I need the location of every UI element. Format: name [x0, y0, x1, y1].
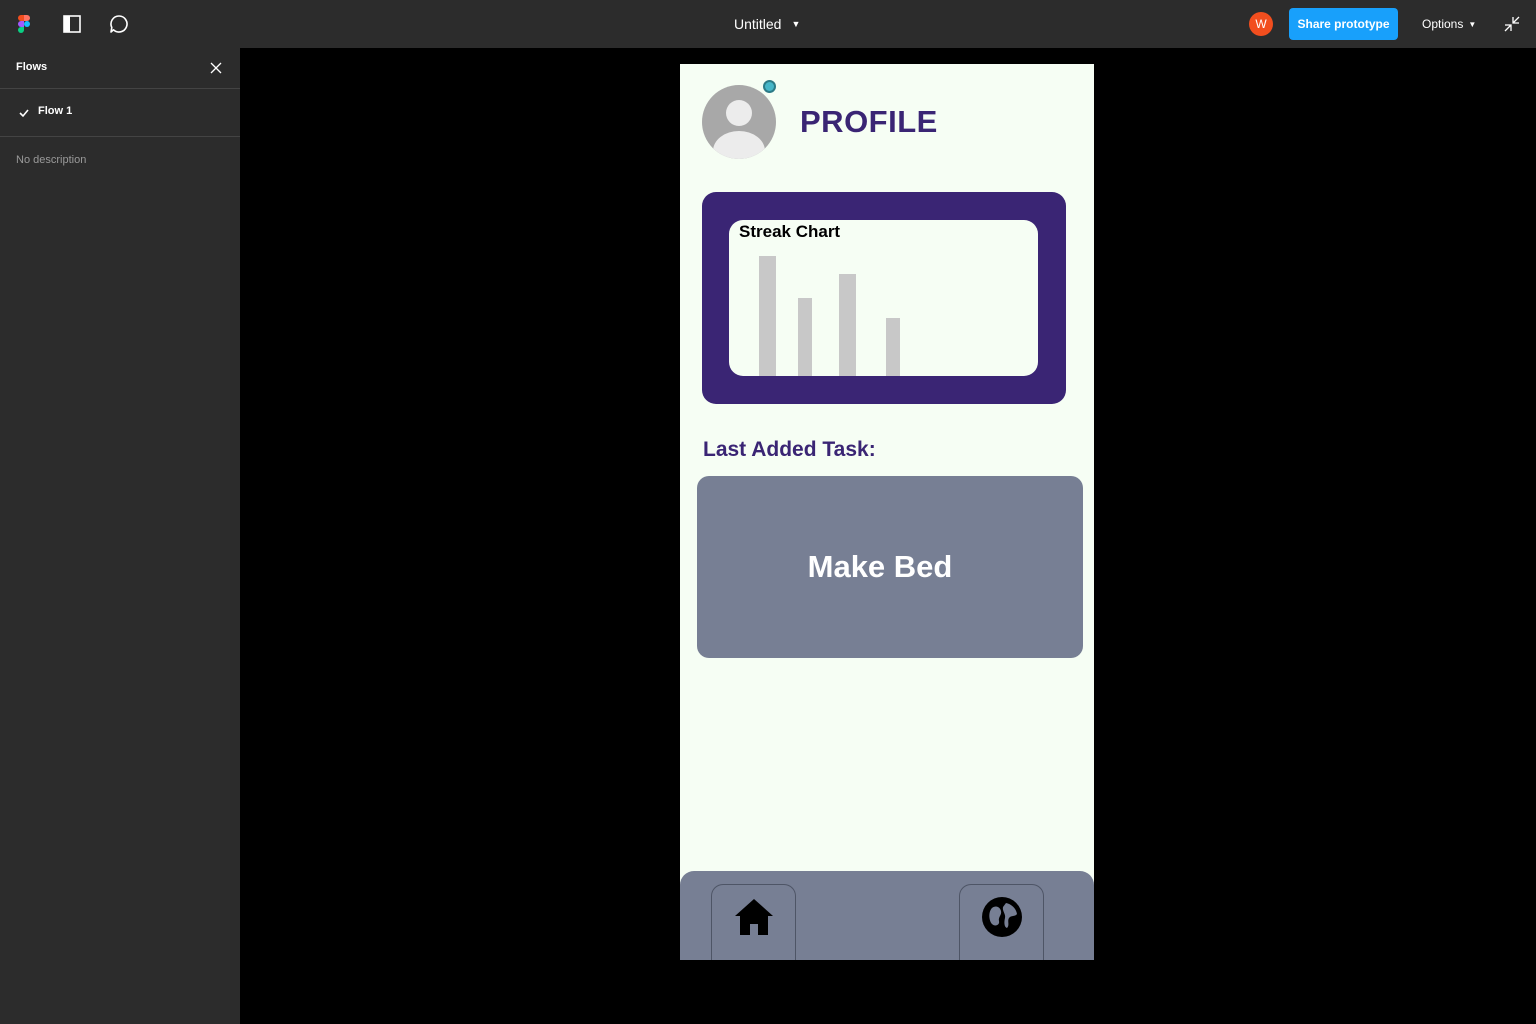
- streak-bar: [759, 256, 776, 376]
- home-icon: [734, 899, 773, 935]
- user-avatar[interactable]: W: [1249, 12, 1273, 36]
- top-toolbar: Untitled ▼ W Share prototype Options ▼: [0, 0, 1536, 48]
- file-title-menu[interactable]: Untitled ▼: [734, 14, 800, 34]
- streak-chart-svg: [759, 256, 900, 376]
- globe-icon: [981, 897, 1022, 937]
- streak-bar: [798, 298, 812, 376]
- streak-chart: Streak Chart: [729, 220, 1038, 376]
- task-title: Make Bed: [807, 549, 953, 584]
- nav-home-button[interactable]: [711, 884, 796, 960]
- nav-globe-button[interactable]: [959, 884, 1044, 960]
- user-icon: [713, 100, 765, 159]
- panel-toggle-icon[interactable]: [60, 12, 84, 36]
- flow-item[interactable]: Flow 1: [0, 89, 240, 137]
- sidebar-title: Flows: [16, 61, 48, 73]
- close-icon[interactable]: [208, 60, 224, 76]
- share-prototype-button[interactable]: Share prototype: [1289, 8, 1398, 40]
- streak-card: Streak Chart: [702, 192, 1066, 404]
- options-label: Options: [1422, 17, 1464, 31]
- status-indicator: [763, 80, 776, 93]
- bottom-nav: [680, 871, 1094, 960]
- streak-bar: [886, 318, 900, 376]
- last-task-label: Last Added Task:: [703, 438, 876, 461]
- sidebar-header: Flows: [0, 48, 240, 89]
- streak-bar: [839, 274, 856, 376]
- flow-description: No description: [16, 154, 87, 166]
- collapse-icon[interactable]: [1502, 14, 1522, 34]
- figma-logo-icon[interactable]: [12, 12, 36, 36]
- options-menu-button[interactable]: Options ▼: [1422, 16, 1476, 32]
- streak-chart-title: Streak Chart: [739, 222, 841, 241]
- prototype-frame: PROFILE Streak Chart Last Added Task: Ma…: [680, 64, 1094, 960]
- comment-icon[interactable]: [107, 12, 131, 36]
- last-task-card[interactable]: Make Bed: [697, 476, 1083, 658]
- profile-avatar[interactable]: [702, 85, 776, 159]
- check-icon: [18, 106, 30, 118]
- chevron-down-icon: ▼: [1468, 19, 1477, 29]
- page-title: PROFILE: [800, 104, 938, 139]
- flows-sidebar: Flows Flow 1 No description: [0, 48, 240, 1024]
- file-title: Untitled: [734, 16, 782, 32]
- chevron-down-icon: ▼: [791, 19, 801, 29]
- flow-label: Flow 1: [38, 105, 73, 117]
